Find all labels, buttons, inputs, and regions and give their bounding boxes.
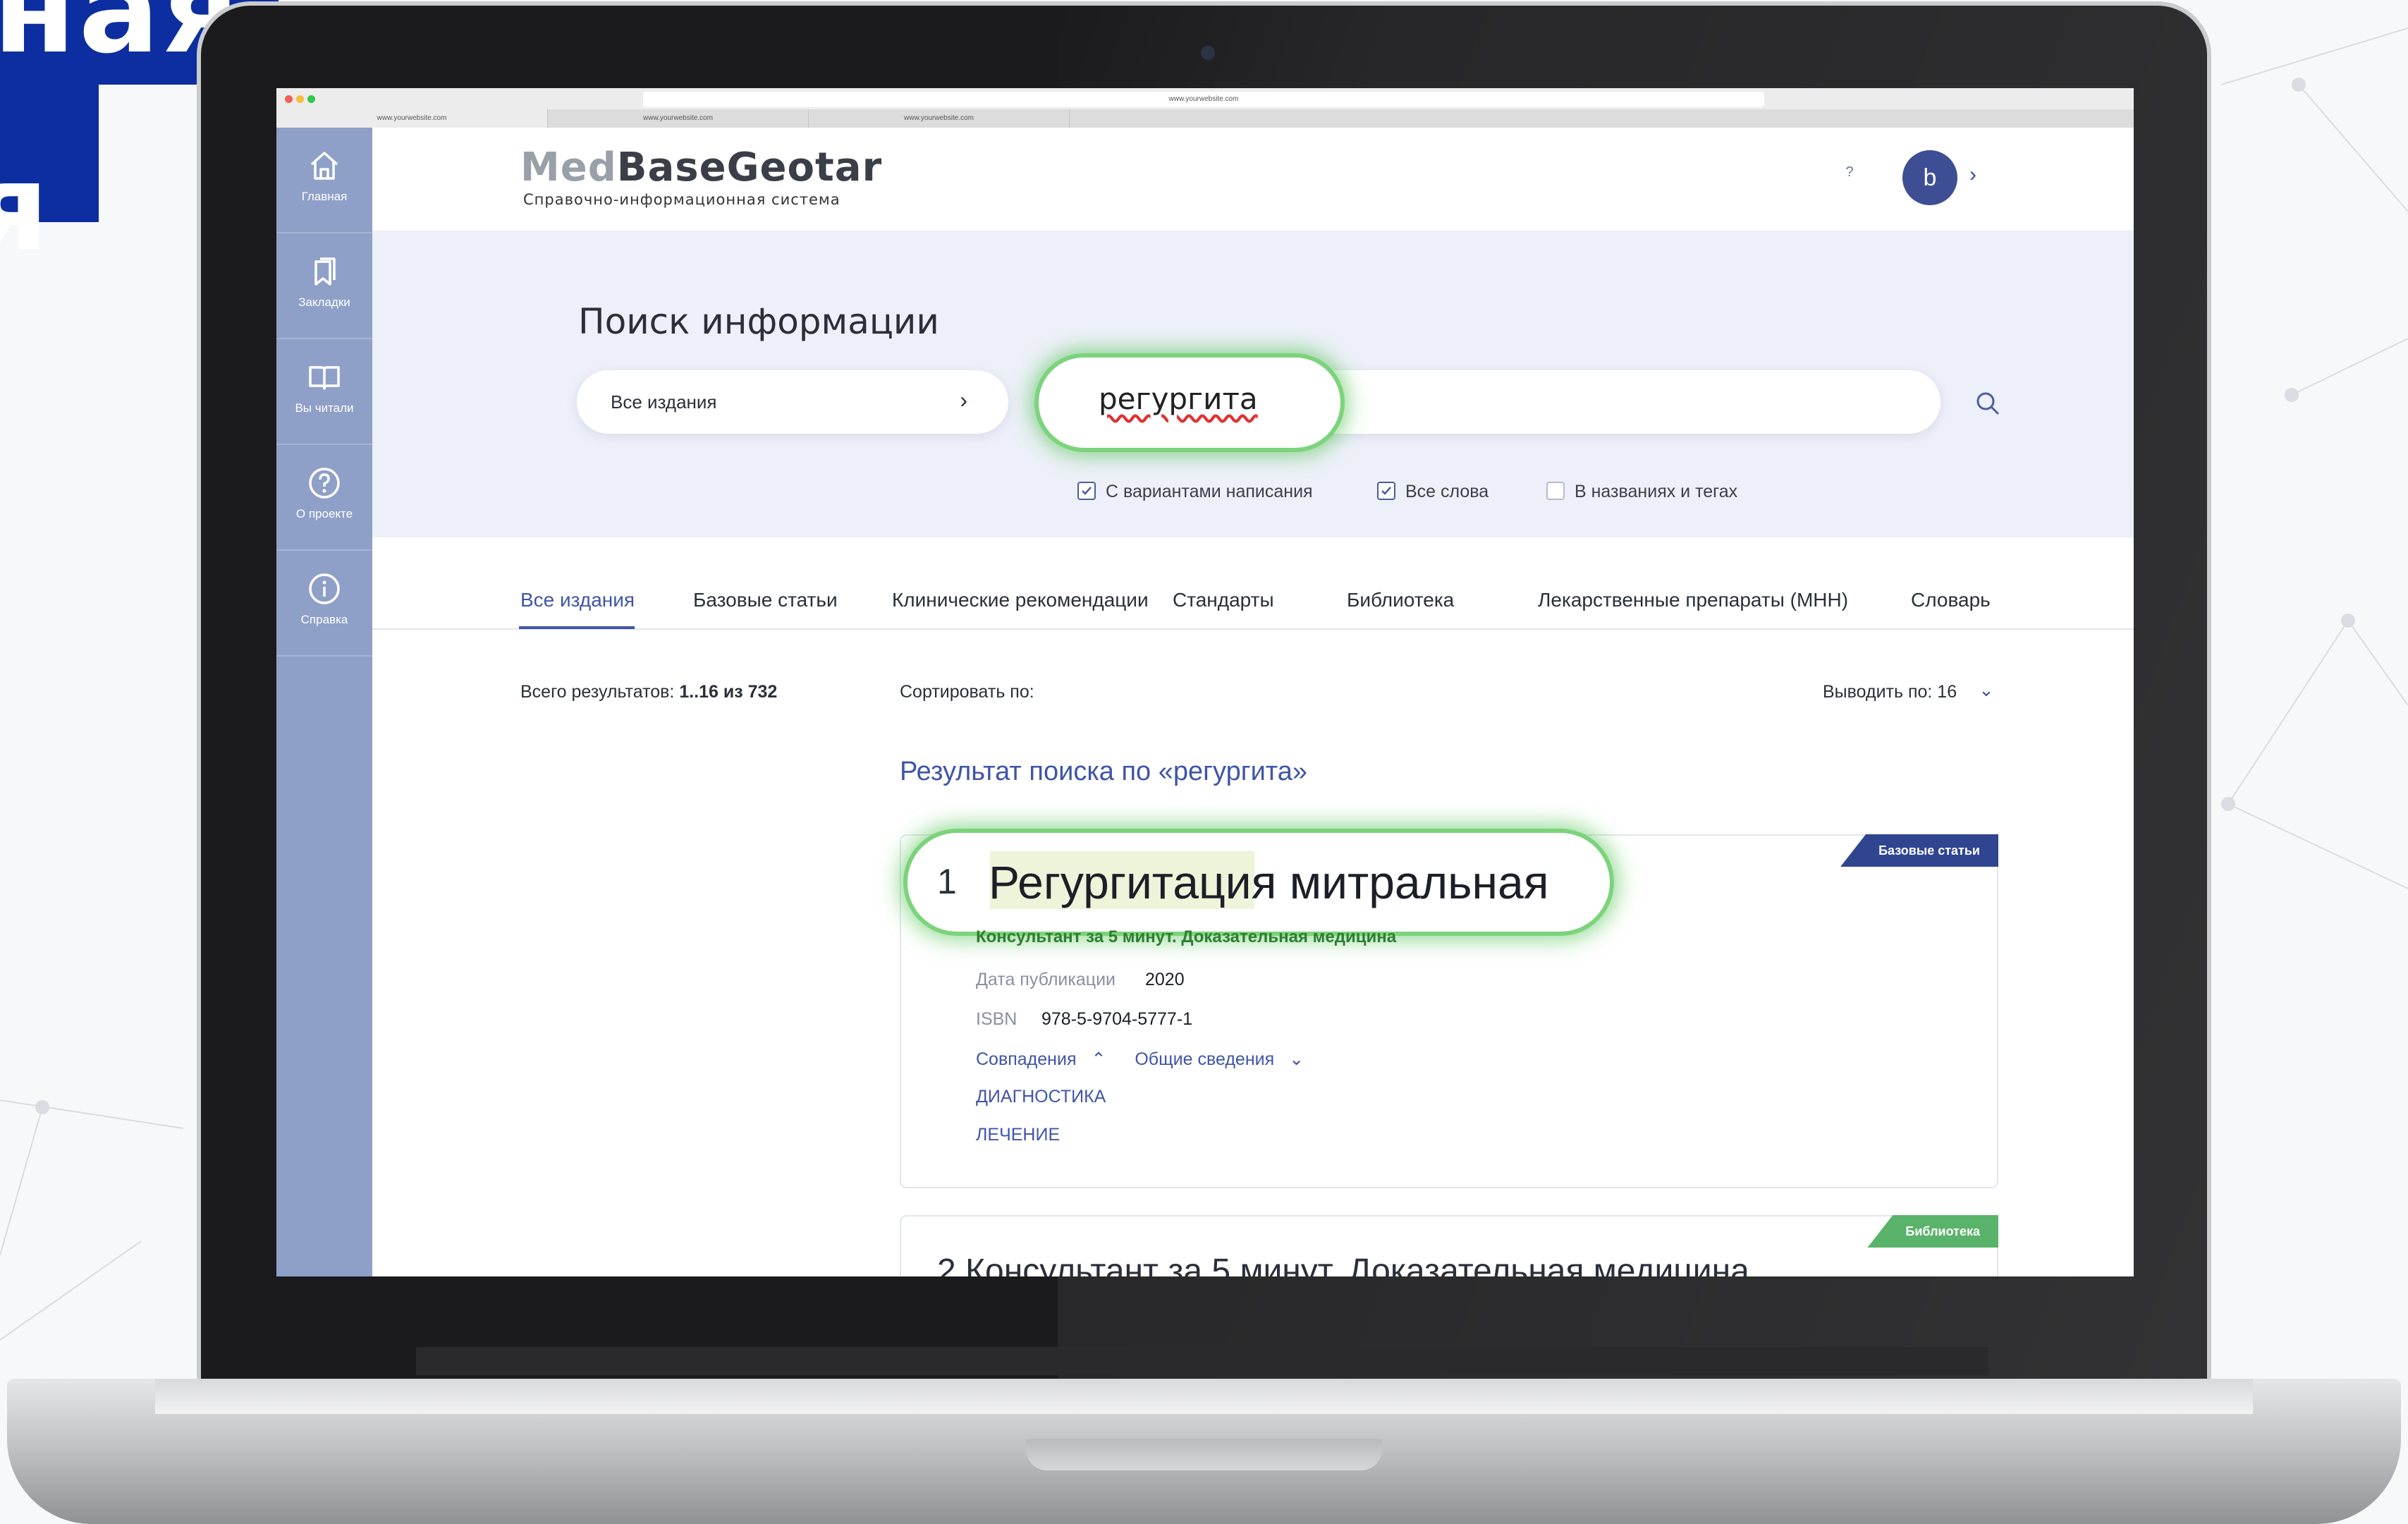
result-title[interactable]: Регургитация митральная [989, 855, 1548, 909]
chevron-right-icon: › [960, 387, 967, 413]
sidebar-item-label: Справка [300, 613, 348, 626]
chevron-up-icon[interactable]: ⌃ [1091, 1049, 1106, 1069]
matches-toggle[interactable]: Совпадения [976, 1049, 1076, 1069]
browser-tab[interactable]: www.yourwebsite.com [276, 109, 548, 128]
sidebar-item-history[interactable]: Вы читали [276, 339, 372, 445]
editions-select[interactable]: Все издания › [577, 370, 1008, 434]
browser-tab[interactable]: www.yourwebsite.com [809, 109, 1070, 128]
camera-icon [1201, 46, 1215, 60]
tab-dictionary[interactable]: Словарь [1911, 589, 1991, 611]
help-button[interactable]: ? [1839, 161, 1860, 183]
check-icon [1082, 487, 1092, 495]
logo[interactable]: MedBaseGeotar [520, 145, 882, 190]
option-label: С вариантами написания [1106, 482, 1313, 501]
isbn-label: ISBN [976, 1009, 1017, 1029]
stage: ная я www.yourwebsite.com www.yourwebsit… [0, 0, 2408, 1524]
address-bar[interactable]: www.yourwebsite.com [643, 92, 1764, 107]
result-number: 1 [937, 862, 957, 901]
result-source[interactable]: Консультант за 5 минут. Доказательная ме… [976, 927, 1396, 947]
app-header: MedBaseGeotar Справочно-информационная с… [372, 128, 2134, 231]
sidebar-item-help[interactable]: Справка [276, 551, 372, 657]
results-count-label: Всего результатов: [520, 682, 680, 702]
results-count: Всего результатов: 1..16 из 732 [520, 682, 777, 702]
sidebar: Главная Закладки Вы читали О проекте Спр… [276, 128, 372, 1276]
publication-date-value: 2020 [1145, 970, 1185, 989]
sidebar-item-label: Вы читали [295, 401, 354, 415]
screen: www.yourwebsite.com www.yourwebsite.com … [276, 88, 2134, 1276]
close-dot-icon[interactable] [285, 95, 293, 103]
checkbox-unchecked[interactable] [1546, 482, 1565, 500]
chevron-down-icon[interactable]: ⌄ [1979, 679, 1994, 701]
maximize-dot-icon[interactable] [307, 95, 315, 103]
bookmark-icon [314, 257, 336, 286]
minimize-dot-icon[interactable] [296, 95, 304, 103]
logo-subtitle: Справочно-информационная система [523, 191, 841, 208]
sort-by[interactable]: Сортировать по: [900, 682, 1034, 702]
search-title: Поиск информации [578, 301, 939, 342]
avatar[interactable]: b [1902, 150, 1957, 205]
logo-part: Base [616, 145, 727, 190]
laptop-notch [1026, 1439, 1382, 1470]
brand-banner-lower: я [0, 85, 99, 268]
tab-all-editions[interactable]: Все издания [520, 589, 635, 611]
browser-tab[interactable]: www.yourwebsite.com [548, 109, 809, 128]
tab-library[interactable]: Библиотека [1347, 589, 1454, 611]
result-title-rest: митральная [1276, 856, 1549, 908]
isbn-value: 978-5-9704-5777-1 [1041, 1009, 1193, 1029]
browser-tabs: www.yourwebsite.com www.yourwebsite.com … [276, 109, 2134, 128]
sidebar-item-bookmarks[interactable]: Закладки [276, 233, 372, 339]
tab-drugs[interactable]: Лекарственные препараты (МНН) [1538, 589, 1848, 611]
logo-part: Geotar [726, 145, 883, 190]
sidebar-item-label: О проекте [295, 507, 353, 520]
banner-text-2: я [0, 138, 49, 278]
checkbox-checked[interactable] [1377, 482, 1395, 500]
search-icon[interactable] [1973, 389, 2003, 418]
section-link-treatment[interactable]: ЛЕЧЕНИЕ [976, 1125, 1060, 1145]
check-icon [1381, 487, 1391, 495]
question-circle-icon [309, 468, 340, 499]
category-badge: Базовые статьи [1840, 834, 1998, 867]
laptop-keyboard-edge [155, 1379, 2253, 1414]
search-query-text[interactable]: регургита [1099, 382, 1258, 416]
sidebar-item-label: Закладки [298, 295, 350, 309]
laptop-hinge [416, 1347, 1988, 1375]
result-title-match: Регургитация [989, 856, 1277, 908]
home-icon [310, 152, 338, 180]
editions-select-value: Все издания [611, 391, 717, 413]
result-title[interactable]: 2 Консультант за 5 минут. Доказательная … [937, 1252, 1749, 1276]
option-label: В названиях и тегах [1575, 482, 1738, 501]
publication-date: Дата публикации 2020 [976, 970, 1185, 990]
publication-date-label: Дата публикации [976, 970, 1116, 989]
checkbox-checked[interactable] [1077, 482, 1096, 500]
result-links: Совпадения ⌃ Общие сведения ⌄ [976, 1049, 1304, 1070]
logo-part: Med [520, 145, 617, 190]
section-link-diagnostics[interactable]: ДИАГНОСТИКА [976, 1087, 1106, 1107]
book-icon [309, 366, 340, 390]
results-heading: Результат поиска по «регургита» [900, 757, 1308, 786]
isbn: ISBN 978-5-9704-5777-1 [976, 1009, 1192, 1030]
chevron-right-icon[interactable]: › [1969, 163, 1976, 187]
info-circle-icon [309, 573, 340, 604]
chevron-down-icon[interactable]: ⌄ [1289, 1049, 1304, 1069]
tabs-divider [372, 628, 2134, 630]
sidebar-item-about[interactable]: О проекте [276, 445, 372, 551]
general-info-toggle[interactable]: Общие сведения [1135, 1049, 1274, 1069]
category-badge: Библиотека [1867, 1215, 1998, 1248]
search-panel: Поиск информации Все издания › регургита… [372, 231, 2134, 537]
active-tab-indicator [519, 626, 635, 629]
result-tabs: Все издания Базовые статьи Клинические р… [372, 537, 2134, 633]
browser-chrome: www.yourwebsite.com www.yourwebsite.com … [276, 88, 2134, 128]
results-count-value: 1..16 из 732 [679, 682, 778, 702]
tab-basic-articles[interactable]: Базовые статьи [693, 589, 838, 611]
sidebar-item-home[interactable]: Главная [276, 128, 372, 233]
sidebar-item-label: Главная [301, 190, 348, 203]
option-label: Все слова [1405, 482, 1489, 501]
tab-clinical-guidelines[interactable]: Клинические рекомендации [892, 589, 1149, 611]
per-page-select[interactable]: Выводить по: 16 [1823, 682, 1957, 702]
tab-standards[interactable]: Стандарты [1173, 589, 1274, 611]
